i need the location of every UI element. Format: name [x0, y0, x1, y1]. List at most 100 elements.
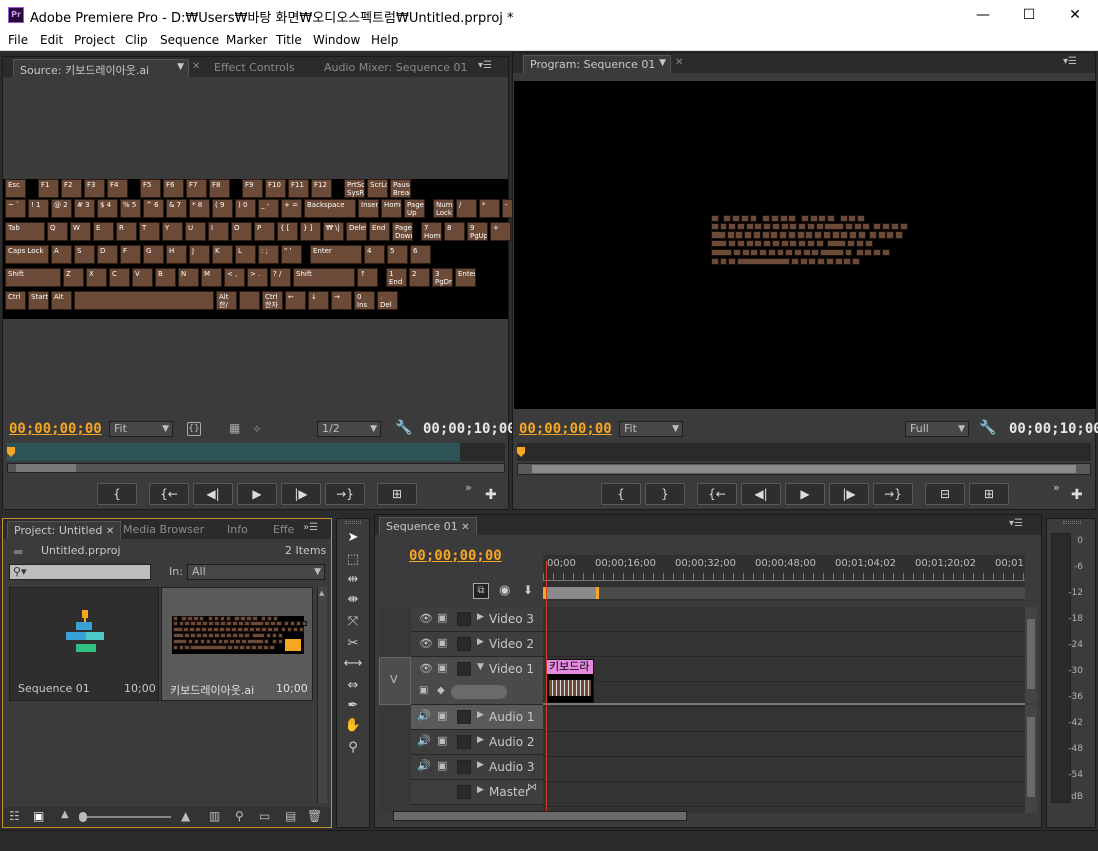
- close-tab-icon[interactable]: ✕: [675, 57, 683, 68]
- close-tab-icon[interactable]: ✕: [461, 522, 469, 533]
- tab-program[interactable]: Program: Sequence 01 ▼: [523, 55, 671, 73]
- icon-view-icon[interactable]: ▣: [33, 809, 44, 823]
- close-button[interactable]: ✕: [1052, 0, 1098, 30]
- zoom-in-icon[interactable]: ▲: [181, 809, 190, 823]
- lock-icon[interactable]: ▣: [437, 759, 447, 772]
- menu-marker[interactable]: Marker: [226, 33, 267, 47]
- playhead-icon[interactable]: [517, 447, 525, 457]
- lock-icon[interactable]: ▣: [437, 611, 447, 624]
- selection-tool-icon[interactable]: ➤: [343, 528, 363, 548]
- automate-to-sequence-icon[interactable]: ▥: [209, 809, 220, 823]
- scroll-thumb[interactable]: [1027, 619, 1035, 689]
- timeline-playhead[interactable]: [546, 561, 547, 813]
- expand-icon[interactable]: ▶: [477, 735, 484, 745]
- mark-in-button[interactable]: {: [601, 483, 641, 505]
- in-filter-dropdown[interactable]: All ▼: [187, 564, 325, 580]
- tab-info[interactable]: Info: [221, 521, 254, 539]
- menu-clip[interactable]: Clip: [125, 33, 148, 47]
- menu-help[interactable]: Help: [371, 33, 398, 47]
- step-back-button[interactable]: ◀|: [741, 483, 781, 505]
- expand-icon[interactable]: ▶: [477, 637, 484, 647]
- menu-project[interactable]: Project: [74, 33, 115, 47]
- extract-button[interactable]: ⊞: [969, 483, 1009, 505]
- work-area-bar[interactable]: [543, 587, 1025, 599]
- timeline-timecode[interactable]: 00;00;00;00: [409, 548, 502, 564]
- eye-icon[interactable]: 👁: [419, 662, 433, 675]
- list-view-icon[interactable]: ☷: [9, 809, 20, 823]
- display-style-icon[interactable]: ▣: [419, 685, 428, 696]
- slide-tool-icon[interactable]: ⇔: [343, 676, 363, 696]
- minimize-button[interactable]: —: [960, 0, 1006, 30]
- program-resolution-dropdown[interactable]: Full ▼: [905, 421, 969, 437]
- new-bin-icon[interactable]: ▭: [259, 809, 270, 823]
- snap-icon[interactable]: ⧉: [473, 583, 489, 599]
- lock-icon[interactable]: ▣: [437, 661, 447, 674]
- maximize-button[interactable]: ☐: [1006, 0, 1052, 30]
- step-forward-button[interactable]: |▶: [281, 483, 321, 505]
- zoom-out-icon[interactable]: ▲: [61, 809, 69, 820]
- eye-icon[interactable]: 👁: [419, 612, 433, 625]
- panel-menu-icon[interactable]: ▾☰: [1063, 56, 1077, 67]
- audio-track-scrollbar[interactable]: [1025, 705, 1037, 813]
- tab-effect-controls[interactable]: Effect Controls: [208, 59, 301, 77]
- find-icon[interactable]: ⚲: [235, 809, 244, 823]
- sync-lock-box[interactable]: [457, 637, 471, 651]
- go-to-in-button[interactable]: {←: [149, 483, 189, 505]
- new-item-icon[interactable]: ▤: [285, 809, 296, 823]
- lock-icon[interactable]: ▣: [437, 734, 447, 747]
- more-buttons-icon[interactable]: »: [1053, 481, 1060, 494]
- timeline-clip[interactable]: 키보드라: [546, 659, 594, 703]
- output-icon[interactable]: ⋈: [527, 782, 537, 793]
- project-search-input[interactable]: ⚲▾: [9, 564, 151, 580]
- source-timecode-current[interactable]: 00;00;00;00: [9, 421, 102, 437]
- track-header-master[interactable]: ▶ Master ⋈: [411, 780, 543, 805]
- wrench-icon[interactable]: 🔧: [979, 420, 996, 436]
- scroll-thumb[interactable]: [1027, 717, 1035, 797]
- program-timecode-current[interactable]: 00;00;00;00: [519, 421, 612, 437]
- more-buttons-icon[interactable]: »: [465, 481, 472, 494]
- zoom-tool-icon[interactable]: ⚲: [343, 738, 363, 758]
- close-tab-icon[interactable]: ✕: [106, 526, 114, 537]
- source-zoom-scrollbar[interactable]: [7, 463, 505, 473]
- panel-menu-icon[interactable]: »☰: [303, 522, 318, 533]
- speaker-icon[interactable]: 🔊: [417, 759, 431, 772]
- add-button-icon[interactable]: ✚: [1071, 487, 1083, 503]
- scroll-thumb[interactable]: [532, 465, 1076, 473]
- menu-window[interactable]: Window: [313, 33, 360, 47]
- sync-lock-box[interactable]: [457, 735, 471, 749]
- tab-source[interactable]: Source: 키보드레이아웃.ai ▼: [13, 59, 189, 77]
- panel-menu-icon[interactable]: ▾☰: [478, 60, 492, 71]
- source-time-ruler[interactable]: [7, 443, 505, 461]
- track-header-audio2[interactable]: 🔊 ▣ ▶ Audio 2: [411, 730, 543, 755]
- eye-icon[interactable]: 👁: [419, 637, 433, 650]
- lock-icon[interactable]: ▣: [437, 636, 447, 649]
- close-tab-icon[interactable]: ✕: [192, 61, 200, 72]
- ripple-edit-tool-icon[interactable]: ⇹: [343, 570, 363, 590]
- insert-button[interactable]: ⊞: [377, 483, 417, 505]
- program-zoom-dropdown[interactable]: Fit ▼: [619, 421, 683, 437]
- scroll-thumb[interactable]: [16, 464, 76, 472]
- hand-tool-icon[interactable]: ✋: [343, 716, 363, 736]
- program-zoom-scrollbar[interactable]: [517, 463, 1091, 475]
- menu-edit[interactable]: Edit: [40, 33, 63, 47]
- go-to-out-button[interactable]: →}: [873, 483, 913, 505]
- menu-file[interactable]: File: [8, 33, 28, 47]
- safe-margins-icon[interactable]: {}: [187, 422, 201, 436]
- source-resolution-dropdown[interactable]: 1/2 ▼: [317, 421, 381, 437]
- sync-lock-box[interactable]: [457, 710, 471, 724]
- film-icon[interactable]: ▦: [229, 421, 240, 435]
- add-button-icon[interactable]: ✚: [485, 487, 497, 503]
- step-back-button[interactable]: ◀|: [193, 483, 233, 505]
- collapse-icon[interactable]: ▼: [477, 662, 484, 672]
- lock-icon[interactable]: ▣: [437, 709, 447, 722]
- lift-button[interactable]: ⊟: [925, 483, 965, 505]
- razor-tool-icon[interactable]: ✂: [343, 634, 363, 654]
- expand-icon[interactable]: ▶: [477, 785, 484, 795]
- set-encore-marker-icon[interactable]: ◉: [499, 583, 510, 598]
- rate-stretch-tool-icon[interactable]: ⤧: [343, 612, 363, 632]
- expand-icon[interactable]: ▶: [477, 760, 484, 770]
- tab-audio-mixer[interactable]: Audio Mixer: Sequence 01: [318, 59, 474, 77]
- sync-lock-box[interactable]: [457, 662, 471, 676]
- rolling-edit-tool-icon[interactable]: ⇼: [343, 590, 363, 610]
- audio-waveform-icon[interactable]: ⟡: [253, 421, 261, 436]
